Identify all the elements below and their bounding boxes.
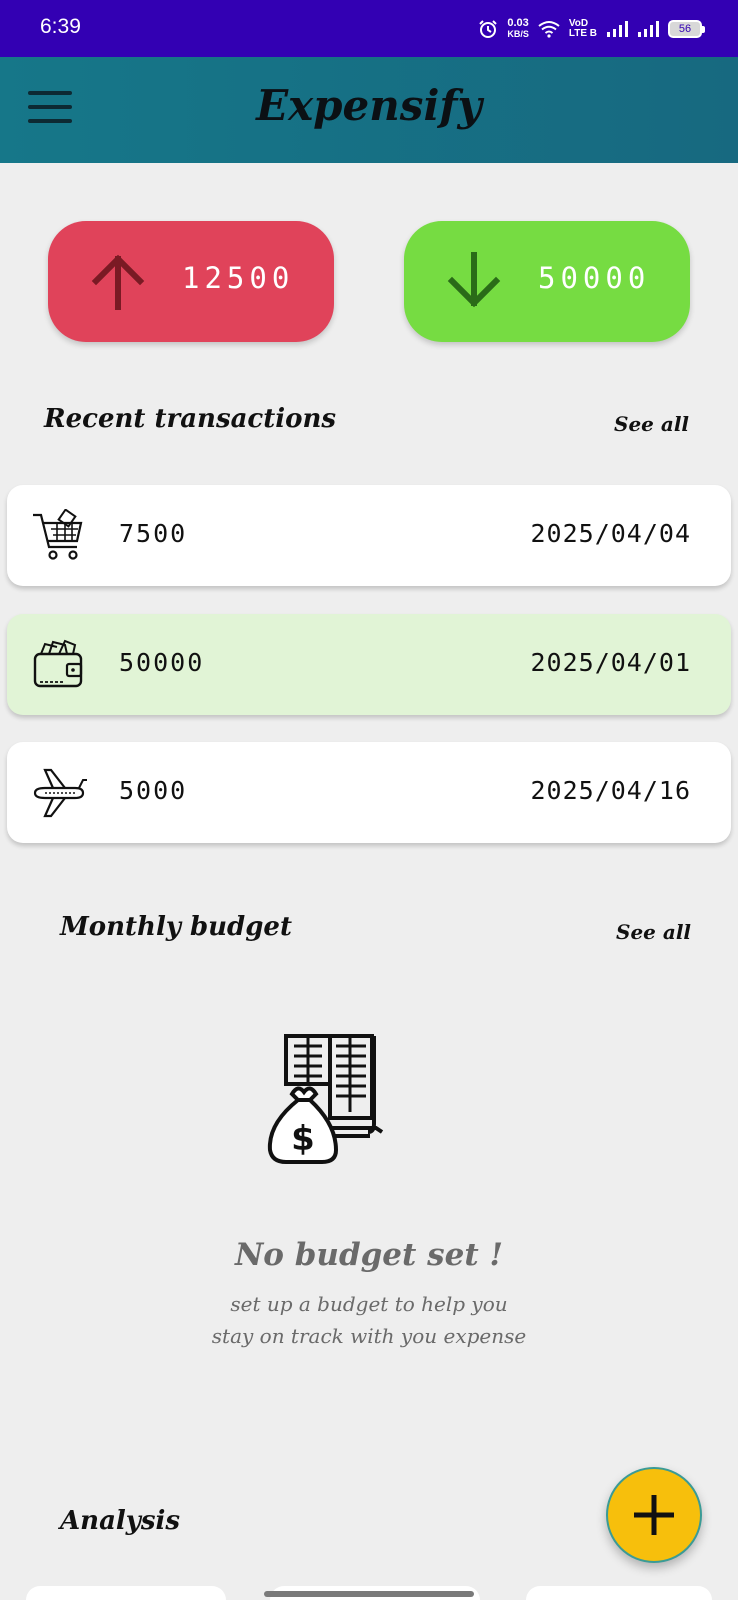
transaction-date: 2025/04/01 [530,648,691,677]
svg-text:$: $ [291,1119,315,1159]
expense-summary-card[interactable]: 12500 [48,221,334,342]
plus-icon [634,1495,674,1535]
transaction-row[interactable]: 7500 2025/04/04 [7,485,731,586]
transaction-date: 2025/04/04 [530,519,691,548]
no-budget-hint-line1: set up a budget to help you [230,1292,508,1316]
app-bar: Expensify [0,57,738,163]
signal-icon [638,21,659,37]
recent-transactions-title: Recent transactions [44,404,337,434]
analysis-card[interactable] [526,1586,712,1600]
transaction-date: 2025/04/16 [530,776,691,805]
net-speed-value: 0.03 [507,17,529,29]
app-title: Expensify [256,81,482,130]
volte-indicator: VoD LTE B [569,19,597,39]
no-budget-title: No budget set ! [234,1237,504,1273]
transaction-row[interactable]: 5000 2025/04/16 [7,742,731,843]
budget-money-bag-book-icon: $ [267,1034,384,1164]
recent-see-all-link[interactable]: See all [614,412,689,436]
alarm-icon [479,20,498,38]
transaction-amount: 5000 [119,776,188,805]
transaction-row[interactable]: 50000 2025/04/01 [7,614,731,715]
gesture-nav-handle[interactable] [264,1591,474,1597]
status-icons: 0.03 KB/S VoD LTE B 56 [478,14,705,44]
net-speed: 0.03 KB/S [507,18,529,40]
analysis-title: Analysis [60,1506,181,1536]
volte-bottom: LTE B [568,28,597,39]
battery-icon: 56 [668,20,705,38]
arrow-down-icon [447,252,501,308]
income-amount: 50000 [538,261,651,295]
monthly-budget-title: Monthly budget [60,912,292,942]
net-speed-unit: KB/S [507,29,529,39]
status-time: 6:39 [40,15,81,38]
status-bar: 6:39 0.03 KB/S VoD LTE B 56 [0,0,738,57]
no-budget-hint-line2: stay on track with you expense [211,1324,527,1348]
wifi-icon [538,21,560,38]
arrow-up-icon [91,254,145,310]
shopping-cart-icon [33,509,83,560]
budget-see-all-link[interactable]: See all [616,920,691,944]
expense-amount: 12500 [182,261,295,295]
add-transaction-button[interactable] [606,1467,702,1563]
wallet-icon [33,639,83,688]
income-summary-card[interactable]: 50000 [404,221,690,342]
signal-icon [607,21,628,37]
airplane-icon [33,768,87,818]
analysis-card[interactable] [26,1586,226,1600]
transaction-amount: 7500 [119,519,188,548]
transaction-amount: 50000 [119,648,205,677]
